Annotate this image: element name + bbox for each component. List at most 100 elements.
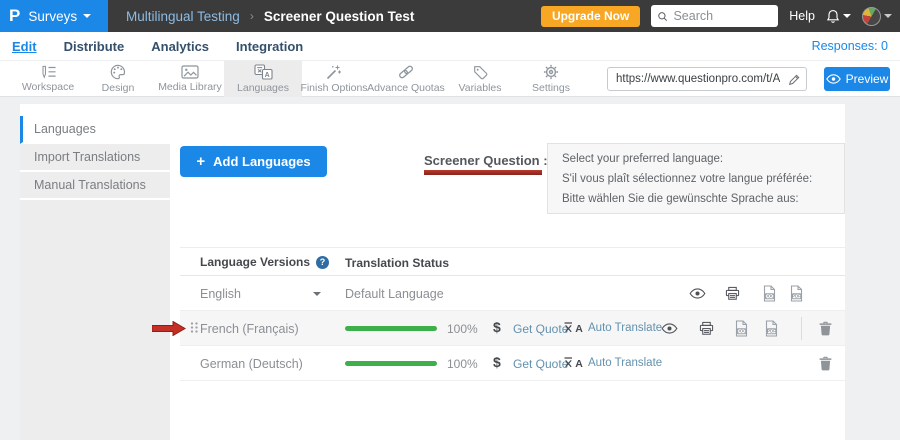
table-row-french: French (Français) 100% $ Get Quote A Aut…	[180, 311, 845, 346]
printer-icon	[699, 321, 714, 336]
column-translation-status: Translation Status	[345, 256, 449, 270]
chevron-down-icon[interactable]	[313, 292, 321, 296]
sidebar-item-import-translations[interactable]: Import Translations	[20, 144, 170, 172]
language-select[interactable]: English	[200, 287, 241, 301]
responses-count[interactable]: Responses: 0	[812, 39, 888, 53]
dollar-icon[interactable]: $	[493, 319, 501, 335]
pencil-icon	[788, 73, 801, 86]
column-language-versions: Language Versions ?	[200, 255, 329, 269]
default-language-label: Default Language	[345, 287, 444, 301]
translation-percent: 100%	[447, 357, 478, 371]
auto-translate-link[interactable]: Auto Translate	[588, 357, 662, 369]
annotation-underline	[424, 170, 542, 175]
tab-edit[interactable]: Edit	[12, 39, 37, 54]
product-menu-label[interactable]: Surveys	[28, 9, 91, 24]
annotation-arrow	[152, 321, 186, 336]
questionpro-logo-icon: P	[9, 6, 20, 26]
edit-url-button[interactable]	[782, 68, 806, 90]
search-input[interactable]	[673, 9, 772, 23]
notifications-menu[interactable]	[826, 9, 851, 24]
table-row-german: German (Deutsch) 100% $ Get Quote A Auto…	[180, 346, 845, 381]
tab-integration[interactable]: Integration	[236, 39, 303, 54]
screener-line-french: S'il vous plaît sélectionnez votre langu…	[562, 169, 840, 189]
survey-url-input[interactable]	[608, 73, 782, 85]
breadcrumb: Multilingual Testing › Screener Question…	[126, 9, 414, 24]
chevron-down-icon	[884, 14, 892, 18]
actions-divider	[801, 317, 802, 340]
breadcrumb-parent[interactable]: Multilingual Testing	[126, 9, 240, 24]
screener-question-preview: Select your preferred language: S'il vou…	[547, 143, 845, 214]
toolbar-item-settings[interactable]: Settings	[512, 61, 590, 97]
toolbar-item-workspace[interactable]: Workspace	[9, 61, 87, 97]
gear-icon	[543, 64, 559, 80]
get-quote-link[interactable]: Get Quote	[513, 357, 568, 371]
translation-percent: 100%	[447, 322, 478, 336]
upgrade-now-button[interactable]: Upgrade Now	[541, 6, 640, 27]
plus-icon: +	[196, 153, 205, 170]
screener-line-english: Select your preferred language:	[562, 149, 840, 169]
svg-text:A: A	[575, 358, 583, 369]
svg-text:A: A	[575, 323, 583, 334]
help-link[interactable]: Help	[789, 9, 815, 23]
toolbar-item-variables[interactable]: Variables	[441, 61, 519, 97]
breadcrumb-current: Screener Question Test	[264, 9, 415, 24]
get-quote-link[interactable]: Get Quote	[513, 322, 568, 336]
auto-translate-icon[interactable]: A	[563, 321, 584, 337]
auto-translate-icon[interactable]: A	[563, 356, 584, 372]
pdf-file-icon: PDF	[789, 285, 804, 302]
toolbar-item-finish-options[interactable]: Finish Options	[295, 61, 373, 97]
trash-icon	[819, 321, 832, 336]
languages-table: Language Versions ? Translation Status E…	[180, 247, 845, 381]
preview-language-button[interactable]	[660, 319, 678, 337]
sidebar-item-manual-translations[interactable]: Manual Translations	[20, 172, 170, 200]
export-pdf-button[interactable]: PDF	[762, 319, 780, 337]
tab-distribute[interactable]: Distribute	[64, 39, 125, 54]
export-doc-button[interactable]: DOC	[760, 284, 778, 302]
doc-file-icon: DOC	[762, 285, 777, 302]
toolbar-item-languages[interactable]: A Languages	[224, 61, 302, 97]
global-search[interactable]	[651, 5, 778, 27]
survey-nav: Edit Distribute Analytics Integration Re…	[0, 32, 900, 60]
svg-text:A: A	[264, 72, 269, 79]
delete-language-button[interactable]	[816, 319, 834, 337]
trash-icon	[819, 356, 832, 371]
toolbar-item-design[interactable]: Design	[79, 61, 157, 97]
toolbar-item-media-library[interactable]: Media Library	[151, 61, 229, 97]
dollar-icon[interactable]: $	[493, 354, 501, 370]
export-pdf-button[interactable]: PDF	[787, 284, 805, 302]
svg-text:DOC: DOC	[764, 293, 774, 298]
survey-url-field[interactable]	[607, 67, 807, 91]
preview-language-button[interactable]	[688, 284, 706, 302]
pdf-file-icon: PDF	[764, 320, 779, 337]
chevron-down-icon	[83, 14, 91, 18]
auto-translate-link[interactable]: Auto Translate	[588, 322, 662, 334]
search-icon	[657, 10, 668, 23]
product-menu[interactable]: P Surveys	[0, 0, 108, 32]
export-doc-button[interactable]: DOC	[732, 319, 750, 337]
preview-button[interactable]: Preview	[824, 67, 890, 91]
table-row-english: English Default Language DOC PDF	[180, 276, 845, 311]
print-button[interactable]	[723, 284, 741, 302]
account-menu[interactable]	[862, 7, 892, 26]
grip-dots-icon	[190, 321, 199, 334]
svg-text:PDF: PDF	[767, 328, 776, 333]
bell-icon	[826, 9, 840, 24]
print-button[interactable]	[697, 319, 715, 337]
product-menu-text: Surveys	[28, 9, 77, 24]
languages-sidebar: Languages Import Translations Manual Tra…	[20, 116, 170, 440]
screener-question-label: Screener Question :	[424, 153, 548, 168]
drag-handle[interactable]	[190, 321, 199, 337]
app-window: P Surveys Multilingual Testing › Screene…	[0, 0, 900, 440]
magic-wand-icon	[326, 64, 342, 80]
help-icon[interactable]: ?	[316, 256, 329, 269]
toolbar-item-advance-quotas[interactable]: Advance Quotas	[367, 61, 445, 97]
svg-text:DOC: DOC	[736, 328, 746, 333]
top-bar: P Surveys Multilingual Testing › Screene…	[0, 0, 900, 32]
tab-analytics[interactable]: Analytics	[151, 39, 209, 54]
languages-panel: Languages Import Translations Manual Tra…	[20, 104, 845, 440]
printer-icon	[725, 286, 740, 301]
workspace-icon	[40, 65, 57, 79]
add-languages-button[interactable]: + Add Languages	[180, 146, 327, 177]
delete-language-button[interactable]	[816, 354, 834, 372]
sidebar-item-languages[interactable]: Languages	[20, 116, 170, 144]
